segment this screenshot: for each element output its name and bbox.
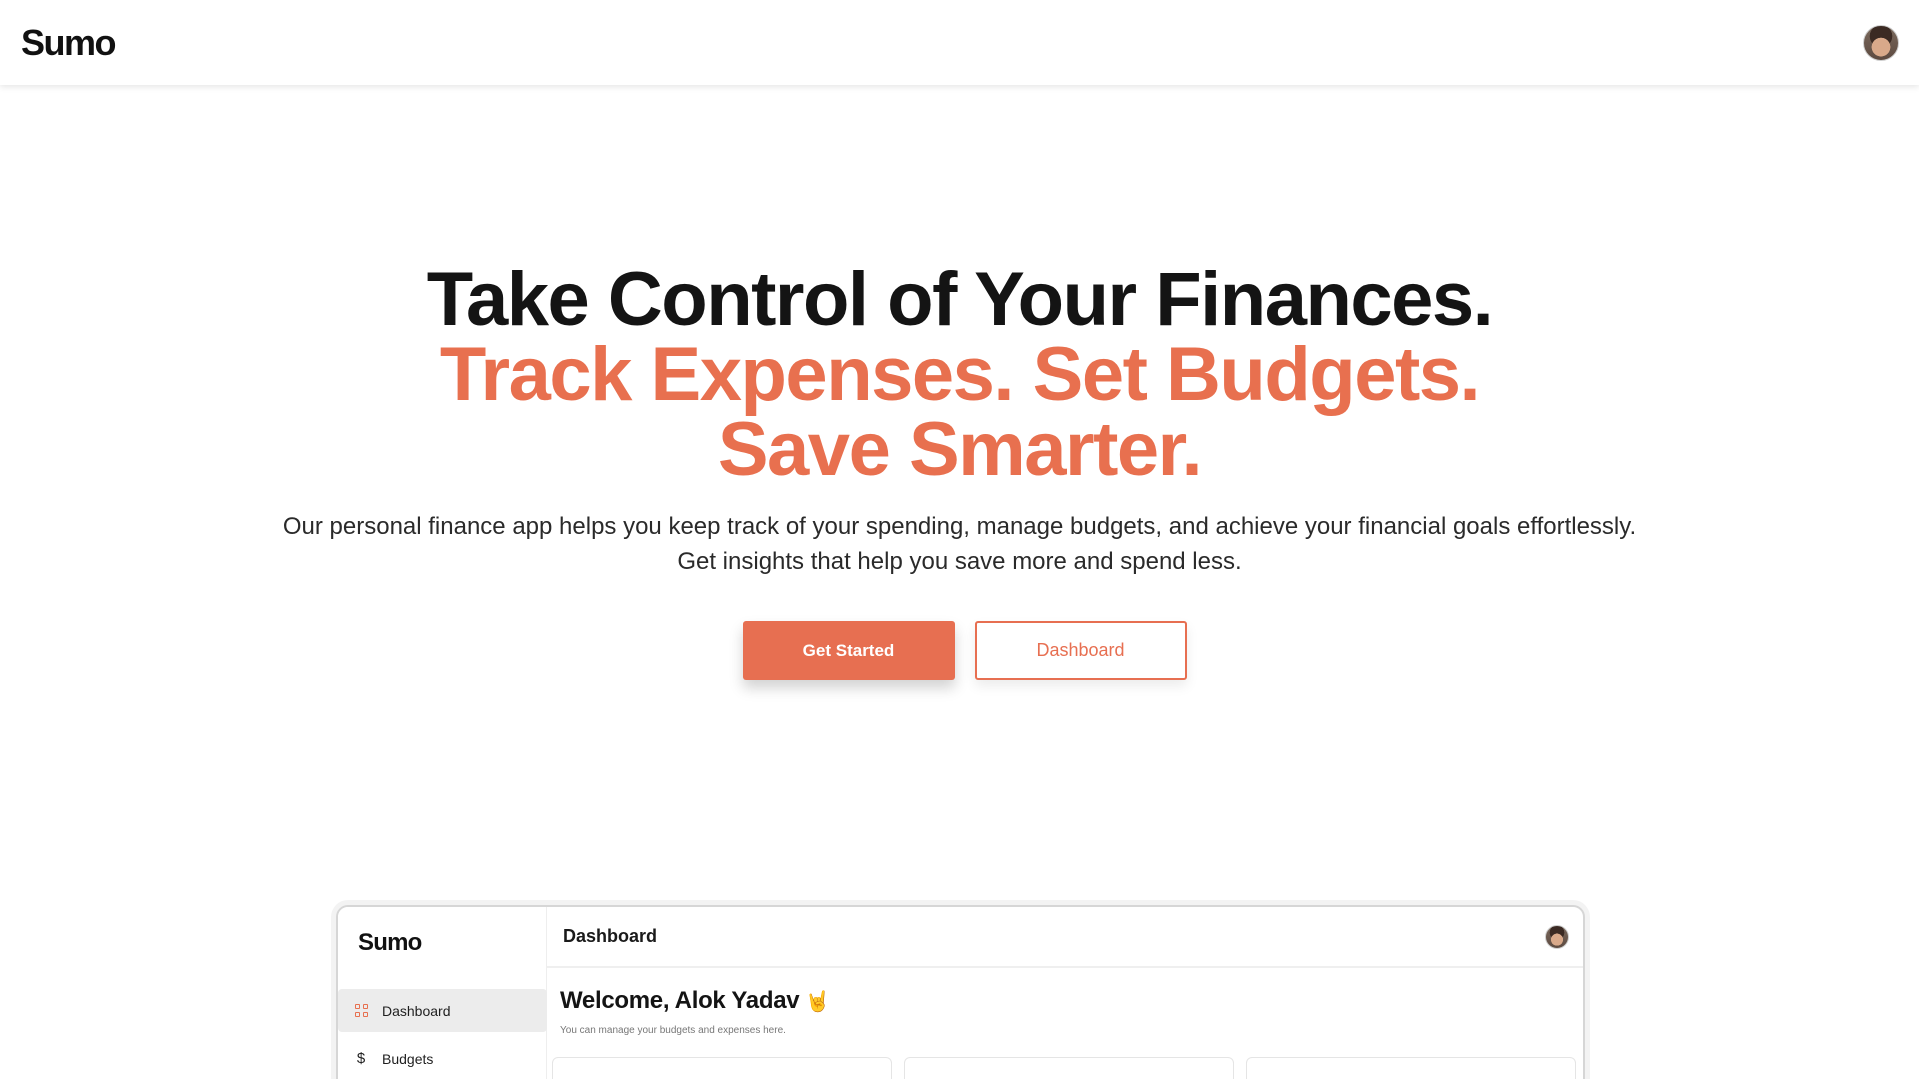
preview-stat-card xyxy=(552,1057,892,1079)
preview-sidebar-label: Budgets xyxy=(382,1050,434,1067)
hero-accent-headline: Track Expenses. Set Budgets. Save Smarte… xyxy=(439,332,1481,492)
preview-sidebar-label: Dashboard xyxy=(382,1002,451,1019)
preview-avatar-icon[interactable] xyxy=(1545,924,1569,949)
preview-logo: Sumo xyxy=(358,929,422,956)
hero-subtitle-line2: Get insights that help you save more and… xyxy=(677,548,1242,575)
get-started-button[interactable]: Get Started xyxy=(742,621,955,680)
top-navbar: Sumo xyxy=(0,0,1919,85)
preview-header-title: Dashboard xyxy=(563,926,658,946)
dashboard-preview: Sumo Dashboard $ Budgets Dashboard Welco… xyxy=(336,905,1585,1079)
preview-sidebar-item-dashboard[interactable]: Dashboard xyxy=(338,989,547,1032)
brand-logo[interactable]: Sumo xyxy=(21,22,117,64)
preview-stat-card xyxy=(1246,1057,1576,1079)
rock-hand-icon: 🤘 xyxy=(805,991,830,1013)
preview-sidebar: Sumo Dashboard $ Budgets xyxy=(338,907,547,1079)
hero-headline: Take Control of Your Finances. xyxy=(426,257,1494,342)
grid-icon xyxy=(352,1004,370,1017)
preview-sidebar-item-budgets[interactable]: $ Budgets xyxy=(338,1037,547,1079)
hero-subtitle: Our personal finance app helps you keep … xyxy=(250,509,1670,579)
hero-section: Take Control of Your Finances. Track Exp… xyxy=(0,262,1919,680)
hero-subtitle-line1: Our personal finance app helps you keep … xyxy=(282,513,1637,540)
preview-stat-card xyxy=(904,1057,1234,1079)
dashboard-button[interactable]: Dashboard xyxy=(974,621,1187,680)
preview-header: Dashboard xyxy=(547,907,1583,968)
hero-cta-group: Get Started Dashboard xyxy=(0,621,1919,680)
user-avatar-icon[interactable] xyxy=(1863,24,1899,61)
preview-welcome-subtitle: You can manage your budgets and expenses… xyxy=(560,1025,786,1036)
preview-welcome: Welcome, Alok Yadav 🤘 xyxy=(560,987,830,1015)
dollar-icon: $ xyxy=(356,1050,366,1067)
preview-welcome-text: Welcome, Alok Yadav xyxy=(560,987,800,1014)
